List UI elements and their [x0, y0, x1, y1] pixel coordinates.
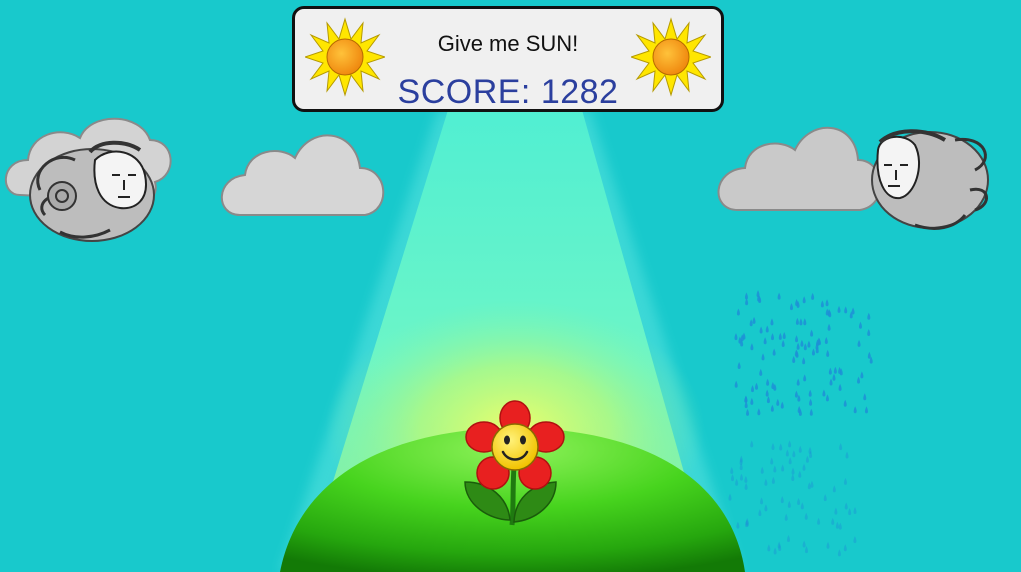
cloud-left-2	[220, 134, 385, 216]
cloud-right	[717, 126, 882, 211]
smiley-face-icon	[491, 423, 539, 471]
rain-drops	[728, 290, 873, 557]
wind-god-right	[871, 129, 989, 230]
hud-panel: Give me SUN! SCORE: 1282	[292, 6, 724, 112]
sun-icon	[631, 17, 711, 97]
